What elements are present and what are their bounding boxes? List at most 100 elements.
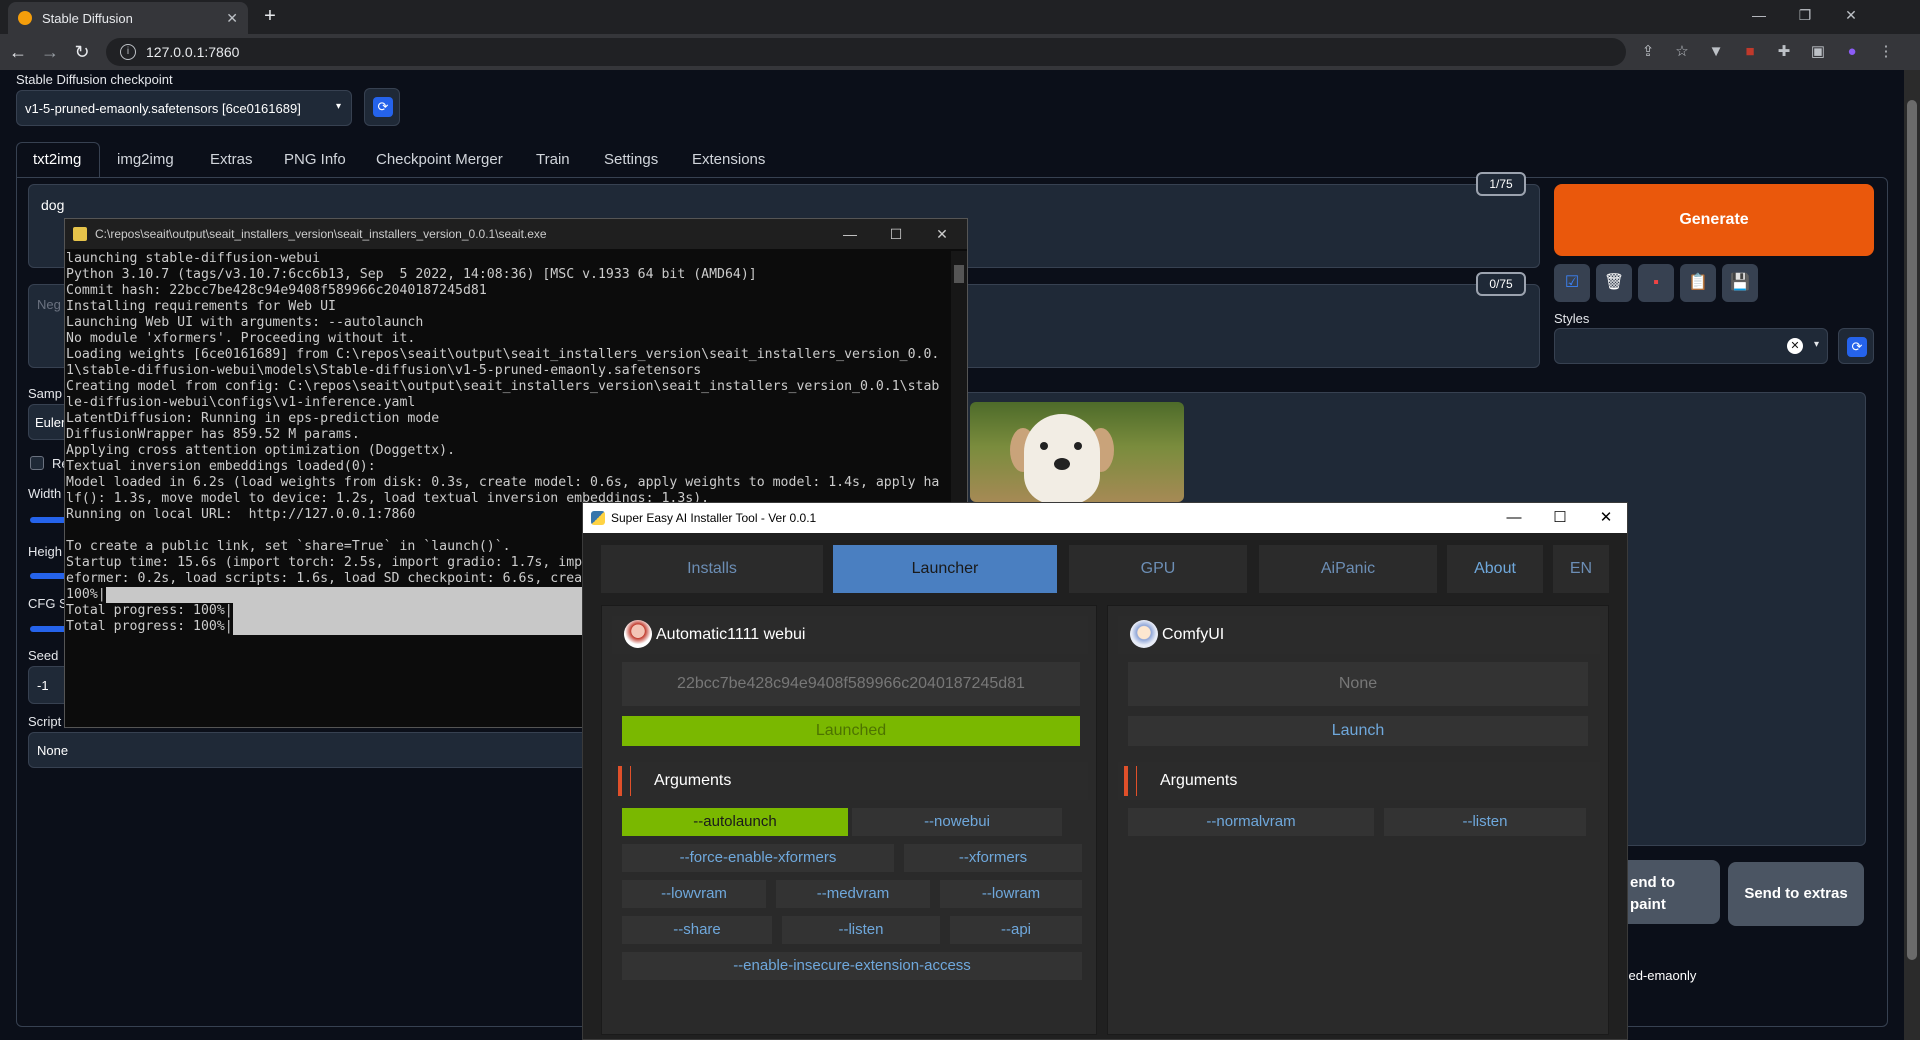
- bookmark-star-icon[interactable]: ☆: [1670, 40, 1694, 64]
- chrome-menu-icon[interactable]: ⋮: [1874, 40, 1898, 64]
- tab-settings[interactable]: Settings: [604, 144, 658, 176]
- installer-maximize-button[interactable]: ☐: [1537, 503, 1583, 533]
- reload-icon[interactable]: ↻: [68, 42, 96, 63]
- dog-eye: [1040, 442, 1048, 450]
- comfyui-name: ComfyUI: [1162, 626, 1225, 643]
- language-selector[interactable]: EN: [1553, 545, 1609, 593]
- tab-extensions[interactable]: Extensions: [692, 144, 765, 176]
- browser-tab[interactable]: Stable Diffusion ✕: [8, 2, 248, 34]
- send-to-extras-button[interactable]: Send to extras: [1728, 862, 1864, 926]
- sampler-label: Samp: [28, 386, 62, 401]
- forward-icon[interactable]: →: [36, 42, 64, 63]
- console-maximize-button[interactable]: ☐: [873, 219, 919, 249]
- clear-prompt-button[interactable]: 🗑: [1596, 264, 1632, 302]
- console-line: Python 3.10.7 (tags/v3.10.7:6cc6b13, Sep…: [66, 267, 757, 282]
- back-icon[interactable]: ←: [4, 42, 32, 63]
- restore-window-button[interactable]: ❐: [1782, 0, 1828, 30]
- extra-networks-button[interactable]: ▪: [1638, 264, 1674, 302]
- tab-train[interactable]: Train: [536, 144, 570, 176]
- new-tab-button[interactable]: +: [258, 4, 282, 28]
- share-icon[interactable]: ⇪: [1636, 40, 1660, 64]
- console-line: Applying cross attention optimization (D…: [66, 443, 456, 458]
- styles-label: Styles: [1554, 311, 1590, 326]
- refresh-checkpoints-button[interactable]: ⟳: [364, 88, 400, 126]
- comfy-arg-normalvram-toggle[interactable]: --normalvram: [1128, 808, 1374, 836]
- arguments-accent-bar: [618, 766, 622, 796]
- console-minimize-button[interactable]: —: [827, 219, 873, 249]
- console-scrollbar-thumb[interactable]: [954, 265, 964, 283]
- tab-png-info[interactable]: PNG Info: [284, 144, 346, 176]
- console-line: 100%|: [66, 587, 106, 602]
- arg-lowvram-toggle[interactable]: --lowvram: [622, 880, 766, 908]
- arg-api-toggle[interactable]: --api: [950, 916, 1082, 944]
- installer-close-button[interactable]: ✕: [1583, 503, 1629, 533]
- tab-extras[interactable]: Extras: [210, 144, 253, 176]
- stable-diffusion-favicon-icon: [18, 11, 32, 25]
- arg-force-enable-xformers-toggle[interactable]: --force-enable-xformers: [622, 844, 894, 872]
- arg-share-toggle[interactable]: --share: [622, 916, 772, 944]
- tab-launcher[interactable]: Launcher: [833, 545, 1057, 593]
- automatic1111-name: Automatic1111 webui: [656, 626, 806, 643]
- clear-styles-icon[interactable]: ✕: [1787, 338, 1803, 354]
- site-info-icon[interactable]: i: [120, 44, 136, 60]
- extension-v-icon[interactable]: ▼: [1704, 40, 1728, 64]
- tab-img2img[interactable]: img2img: [117, 144, 174, 176]
- arg-listen-toggle[interactable]: --listen: [782, 916, 940, 944]
- automatic1111-avatar: [624, 620, 652, 648]
- installer-title-text: Super Easy AI Installer Tool - Ver 0.0.1: [611, 511, 817, 525]
- save-style-button[interactable]: 💾: [1722, 264, 1758, 302]
- tab-checkpoint-merger[interactable]: Checkpoint Merger: [376, 144, 503, 176]
- automatic1111-launched-button[interactable]: Launched: [622, 716, 1080, 746]
- refresh-icon: ⟳: [373, 97, 393, 117]
- console-line: Total progress: 100%|: [66, 603, 233, 618]
- console-line: LatentDiffusion: Running in eps-predicti…: [66, 411, 440, 426]
- comfy-arg-listen-toggle[interactable]: --listen: [1384, 808, 1586, 836]
- close-window-button[interactable]: ✕: [1828, 0, 1874, 30]
- checkpoint-dropdown[interactable]: v1-5-pruned-emaonly.safetensors [6ce0161…: [16, 90, 352, 126]
- installer-minimize-button[interactable]: —: [1491, 503, 1537, 533]
- console-line: No module 'xformers'. Proceeding without…: [66, 331, 416, 346]
- automatic1111-arguments-header: Arguments: [612, 762, 1088, 800]
- apply-style-button[interactable]: 📋: [1680, 264, 1716, 302]
- negative-token-counter: 0/75: [1476, 272, 1526, 296]
- console-line: Total progress: 100%|: [66, 619, 233, 634]
- arg-medvram-toggle[interactable]: --medvram: [776, 880, 930, 908]
- generated-dog-image[interactable]: [970, 402, 1184, 502]
- tab-about[interactable]: About: [1447, 545, 1543, 593]
- side-panel-icon[interactable]: ▣: [1806, 40, 1830, 64]
- arguments-divider: [1136, 766, 1137, 796]
- tab-gpu[interactable]: GPU: [1069, 545, 1247, 593]
- tab-installs[interactable]: Installs: [601, 545, 823, 593]
- arguments-accent-bar: [1124, 766, 1128, 796]
- console-line: le-diffusion-webui\configs\v1-inference.…: [66, 395, 416, 410]
- installer-titlebar[interactable]: Super Easy AI Installer Tool - Ver 0.0.1: [583, 503, 1627, 533]
- arg-enable-insecure-extension-access-toggle[interactable]: --enable-insecure-extension-access: [622, 952, 1082, 980]
- arg-autolaunch-toggle[interactable]: --autolaunch: [622, 808, 848, 836]
- page-scrollbar-thumb[interactable]: [1907, 100, 1917, 960]
- dog-eye: [1074, 442, 1082, 450]
- styles-dropdown[interactable]: ✕ ▾: [1554, 328, 1828, 364]
- arguments-divider: [630, 766, 631, 796]
- arg-xformers-toggle[interactable]: --xformers: [904, 844, 1082, 872]
- arg-nowebui-toggle[interactable]: --nowebui: [852, 808, 1062, 836]
- console-line: DiffusionWrapper has 859.52 M params.: [66, 427, 360, 442]
- tab-aipanic[interactable]: AiPanic: [1259, 545, 1437, 593]
- browser-tabstrip: [0, 0, 1920, 34]
- tab-close-icon[interactable]: ✕: [226, 10, 238, 27]
- profile-avatar[interactable]: ●: [1840, 40, 1864, 64]
- arg-lowram-toggle[interactable]: --lowram: [940, 880, 1082, 908]
- read-params-button[interactable]: ☑: [1554, 264, 1590, 302]
- generate-button[interactable]: Generate: [1554, 184, 1874, 256]
- address-bar[interactable]: i 127.0.0.1:7860: [106, 38, 1626, 66]
- console-selection: [232, 603, 621, 619]
- refresh-styles-button[interactable]: ⟳: [1838, 328, 1874, 364]
- dog-nose: [1054, 458, 1070, 470]
- minimize-window-button[interactable]: —: [1736, 0, 1782, 30]
- extensions-puzzle-icon[interactable]: ✚: [1772, 40, 1796, 64]
- ublock-icon[interactable]: ■: [1738, 40, 1762, 64]
- console-close-button[interactable]: ✕: [919, 219, 965, 249]
- restore-faces-checkbox[interactable]: [30, 456, 44, 470]
- tab-txt2img[interactable]: txt2img: [33, 144, 81, 176]
- comfyui-launch-button[interactable]: Launch: [1128, 716, 1588, 746]
- script-dropdown[interactable]: None: [28, 732, 588, 768]
